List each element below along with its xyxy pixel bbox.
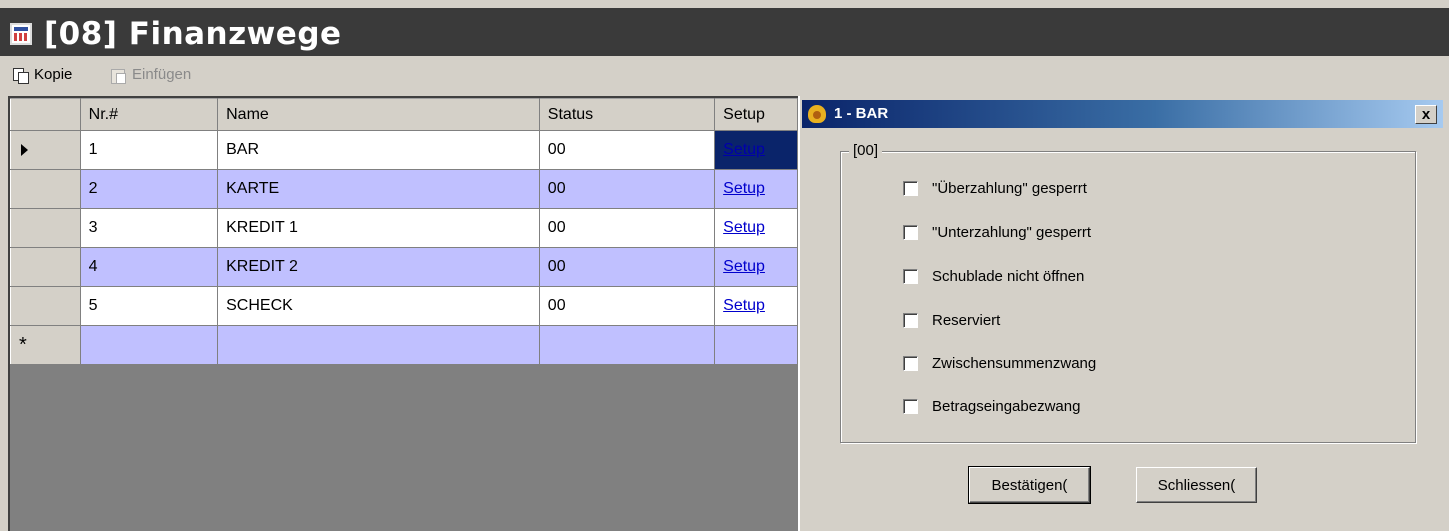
- checkbox[interactable]: [903, 269, 918, 284]
- grid-table: Nr.# Name Status Setup 1 BAR 00 Setup 2 …: [10, 98, 798, 365]
- dialog-title: 1 - BAR: [834, 105, 889, 122]
- cell-nr[interactable]: 5: [79, 286, 219, 326]
- setup-link[interactable]: Setup: [723, 258, 765, 275]
- cell-setup[interactable]: [714, 325, 798, 365]
- setup-link[interactable]: Setup: [723, 219, 765, 236]
- new-row-asterisk-icon: *: [19, 334, 27, 356]
- checkbox[interactable]: [903, 356, 918, 371]
- option-unterzahlung[interactable]: "Unterzahlung" gesperrt: [903, 224, 1091, 241]
- copy-label: Kopie: [34, 66, 73, 83]
- option-reserviert[interactable]: Reserviert: [903, 312, 1000, 329]
- row-header[interactable]: [10, 247, 81, 287]
- option-label: Betragseingabezwang: [932, 398, 1081, 415]
- cell-setup: Setup: [714, 286, 798, 326]
- cell-status[interactable]: 00: [538, 130, 716, 170]
- option-label: Reserviert: [932, 312, 1001, 329]
- row-header[interactable]: *: [10, 325, 81, 365]
- row-header[interactable]: [10, 208, 81, 248]
- cell-name[interactable]: BAR: [217, 130, 540, 170]
- cell-setup: Setup: [714, 208, 798, 248]
- table-row[interactable]: 5 SCHECK 00 Setup: [10, 286, 798, 326]
- cell-name[interactable]: KREDIT 2: [217, 247, 540, 287]
- cell-nr[interactable]: 4: [79, 247, 219, 287]
- close-button[interactable]: Schliessen(: [1136, 467, 1257, 503]
- cell-status[interactable]: [538, 325, 716, 365]
- table-row[interactable]: 2 KARTE 00 Setup: [10, 169, 798, 209]
- checkbox[interactable]: [903, 225, 918, 240]
- option-label: "Unterzahlung" gesperrt: [932, 224, 1092, 241]
- options-groupbox: [00] "Überzahlung" gesperrt "Unterzahlun…: [840, 142, 1416, 443]
- option-schublade[interactable]: Schublade nicht öffnen: [903, 268, 1084, 285]
- option-label: Schublade nicht öffnen: [932, 268, 1085, 285]
- copy-button[interactable]: Kopie: [12, 66, 73, 84]
- cell-setup: Setup: [714, 247, 798, 287]
- setup-link[interactable]: Setup: [723, 141, 765, 158]
- toolbar: Kopie Einfügen: [0, 56, 1449, 94]
- table-app-icon: [10, 23, 32, 45]
- cell-setup: Setup: [714, 169, 798, 209]
- option-betragseingabe[interactable]: Betragseingabezwang: [903, 398, 1080, 415]
- header-nr[interactable]: Nr.#: [79, 98, 219, 131]
- cell-nr[interactable]: [79, 325, 219, 365]
- cell-setup: Setup: [714, 130, 798, 170]
- cell-status[interactable]: 00: [538, 286, 716, 326]
- money-bag-icon: [808, 105, 826, 123]
- option-ueberzahlung[interactable]: "Überzahlung" gesperrt: [903, 180, 1087, 197]
- cell-nr[interactable]: 1: [79, 130, 219, 170]
- checkbox[interactable]: [903, 399, 918, 414]
- dialog-close-button[interactable]: x: [1415, 105, 1437, 124]
- cell-status[interactable]: 00: [538, 169, 716, 209]
- header-name[interactable]: Name: [217, 98, 540, 131]
- cell-nr[interactable]: 2: [79, 169, 219, 209]
- cell-name[interactable]: KARTE: [217, 169, 540, 209]
- table-row[interactable]: 3 KREDIT 1 00 Setup: [10, 208, 798, 248]
- setup-link[interactable]: Setup: [723, 297, 765, 314]
- data-grid[interactable]: Nr.# Name Status Setup 1 BAR 00 Setup 2 …: [8, 96, 798, 531]
- copy-icon: [12, 67, 29, 84]
- cell-name[interactable]: KREDIT 1: [217, 208, 540, 248]
- setup-link[interactable]: Setup: [723, 180, 765, 197]
- window-title: [08] Finanzwege: [44, 16, 342, 52]
- grid-header-row: Nr.# Name Status Setup: [10, 98, 798, 131]
- checkbox[interactable]: [903, 181, 918, 196]
- header-setup[interactable]: Setup: [714, 98, 798, 131]
- cell-name[interactable]: SCHECK: [217, 286, 540, 326]
- current-row-arrow-icon: [21, 144, 28, 156]
- header-corner: [10, 98, 81, 131]
- paste-icon: [110, 67, 126, 84]
- cell-name[interactable]: [217, 325, 540, 365]
- setup-dialog: 1 - BAR x [00] "Überzahlung" gesperrt "U…: [798, 96, 1449, 531]
- table-row[interactable]: 4 KREDIT 2 00 Setup: [10, 247, 798, 287]
- checkbox[interactable]: [903, 313, 918, 328]
- row-header[interactable]: [10, 286, 81, 326]
- row-header[interactable]: [10, 130, 81, 170]
- option-label: "Überzahlung" gesperrt: [932, 180, 1087, 197]
- paste-label: Einfügen: [132, 66, 192, 83]
- new-row[interactable]: *: [10, 325, 798, 365]
- table-row[interactable]: 1 BAR 00 Setup: [10, 130, 798, 170]
- cell-status[interactable]: 00: [538, 247, 716, 287]
- cell-status[interactable]: 00: [538, 208, 716, 248]
- paste-button[interactable]: Einfügen: [110, 66, 192, 84]
- row-header[interactable]: [10, 169, 81, 209]
- groupbox-label: [00]: [849, 142, 883, 159]
- option-label: Zwischensummenzwang: [932, 355, 1097, 372]
- dialog-titlebar[interactable]: 1 - BAR x: [802, 100, 1443, 128]
- window-titlebar: [08] Finanzwege: [0, 0, 1449, 56]
- confirm-button[interactable]: Bestätigen(: [968, 466, 1091, 504]
- header-status[interactable]: Status: [538, 98, 716, 131]
- cell-nr[interactable]: 3: [79, 208, 219, 248]
- option-zwischensumme[interactable]: Zwischensummenzwang: [903, 355, 1096, 372]
